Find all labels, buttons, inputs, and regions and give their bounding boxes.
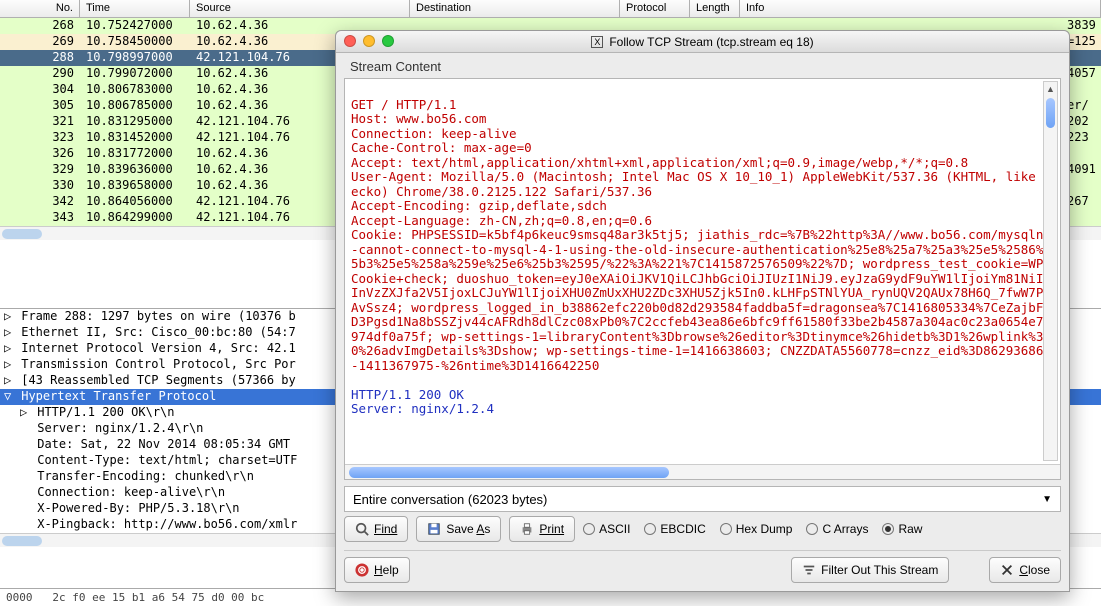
content-vscroll[interactable]: ▲	[1043, 81, 1058, 461]
print-button[interactable]: Print	[509, 516, 575, 542]
stream-content-text[interactable]: GET / HTTP/1.1 Host: www.bo56.com Connec…	[345, 79, 1060, 464]
action-row: Find Save As Print ASCII EBCDIC Hex Dump C …	[344, 516, 1061, 542]
conversation-dropdown-label: Entire conversation (62023 bytes)	[353, 492, 547, 507]
follow-tcp-stream-dialog: X Follow TCP Stream (tcp.stream eq 18) S…	[335, 30, 1070, 592]
col-protocol[interactable]: Protocol	[620, 0, 690, 17]
stream-content-label: Stream Content	[346, 59, 1059, 74]
content-hscroll[interactable]	[345, 464, 1060, 479]
search-icon	[355, 522, 369, 536]
save-as-button[interactable]: Save As	[416, 516, 501, 542]
separator	[344, 550, 1061, 551]
encoding-radio-group: ASCII EBCDIC Hex Dump C Arrays Raw	[583, 522, 922, 536]
window-controls[interactable]	[344, 35, 394, 47]
floppy-icon	[427, 522, 441, 536]
hex-offset: 0000	[6, 591, 33, 604]
chevron-down-icon: ▼	[1042, 494, 1052, 505]
hex-bytes: 2c f0 ee 15 b1 a6 54 75 d0 00 bc	[52, 591, 264, 604]
col-no[interactable]: No.	[0, 0, 80, 17]
packet-list-header: No. Time Source Destination Protocol Len…	[0, 0, 1101, 18]
lifebuoy-icon	[355, 563, 369, 577]
zoom-icon[interactable]	[382, 35, 394, 47]
find-button[interactable]: Find	[344, 516, 408, 542]
close-button[interactable]: Close	[989, 557, 1061, 583]
close-x-icon	[1000, 563, 1014, 577]
minimize-icon[interactable]	[363, 35, 375, 47]
radio-raw[interactable]: Raw	[882, 522, 922, 536]
help-button[interactable]: Help	[344, 557, 410, 583]
close-icon[interactable]	[344, 35, 356, 47]
filter-icon	[802, 563, 816, 577]
response-text: HTTP/1.1 200 OK Server: nginx/1.2.4	[351, 387, 494, 417]
radio-ascii[interactable]: ASCII	[583, 522, 630, 536]
stream-content-frame: GET / HTTP/1.1 Host: www.bo56.com Connec…	[344, 78, 1061, 480]
dialog-titlebar[interactable]: X Follow TCP Stream (tcp.stream eq 18)	[336, 31, 1069, 53]
dialog-title: Follow TCP Stream (tcp.stream eq 18)	[609, 35, 813, 49]
conversation-dropdown[interactable]: Entire conversation (62023 bytes) ▼	[344, 486, 1061, 512]
col-time[interactable]: Time	[80, 0, 190, 17]
col-info[interactable]: Info	[740, 0, 1101, 17]
request-text: GET / HTTP/1.1 Host: www.bo56.com Connec…	[351, 97, 1051, 373]
packet-info-peek: 3839=1254057er/2022234091267	[1067, 18, 1101, 226]
col-source[interactable]: Source	[190, 0, 410, 17]
col-dest[interactable]: Destination	[410, 0, 620, 17]
col-length[interactable]: Length	[690, 0, 740, 17]
bottom-row: Help Filter Out This Stream Close	[344, 557, 1061, 583]
filter-out-stream-button[interactable]: Filter Out This Stream	[791, 557, 949, 583]
radio-ebcdic[interactable]: EBCDIC	[644, 522, 705, 536]
printer-icon	[520, 522, 534, 536]
radio-hex-dump[interactable]: Hex Dump	[720, 522, 793, 536]
app-icon: X	[591, 36, 603, 48]
radio-c-arrays[interactable]: C Arrays	[806, 522, 868, 536]
